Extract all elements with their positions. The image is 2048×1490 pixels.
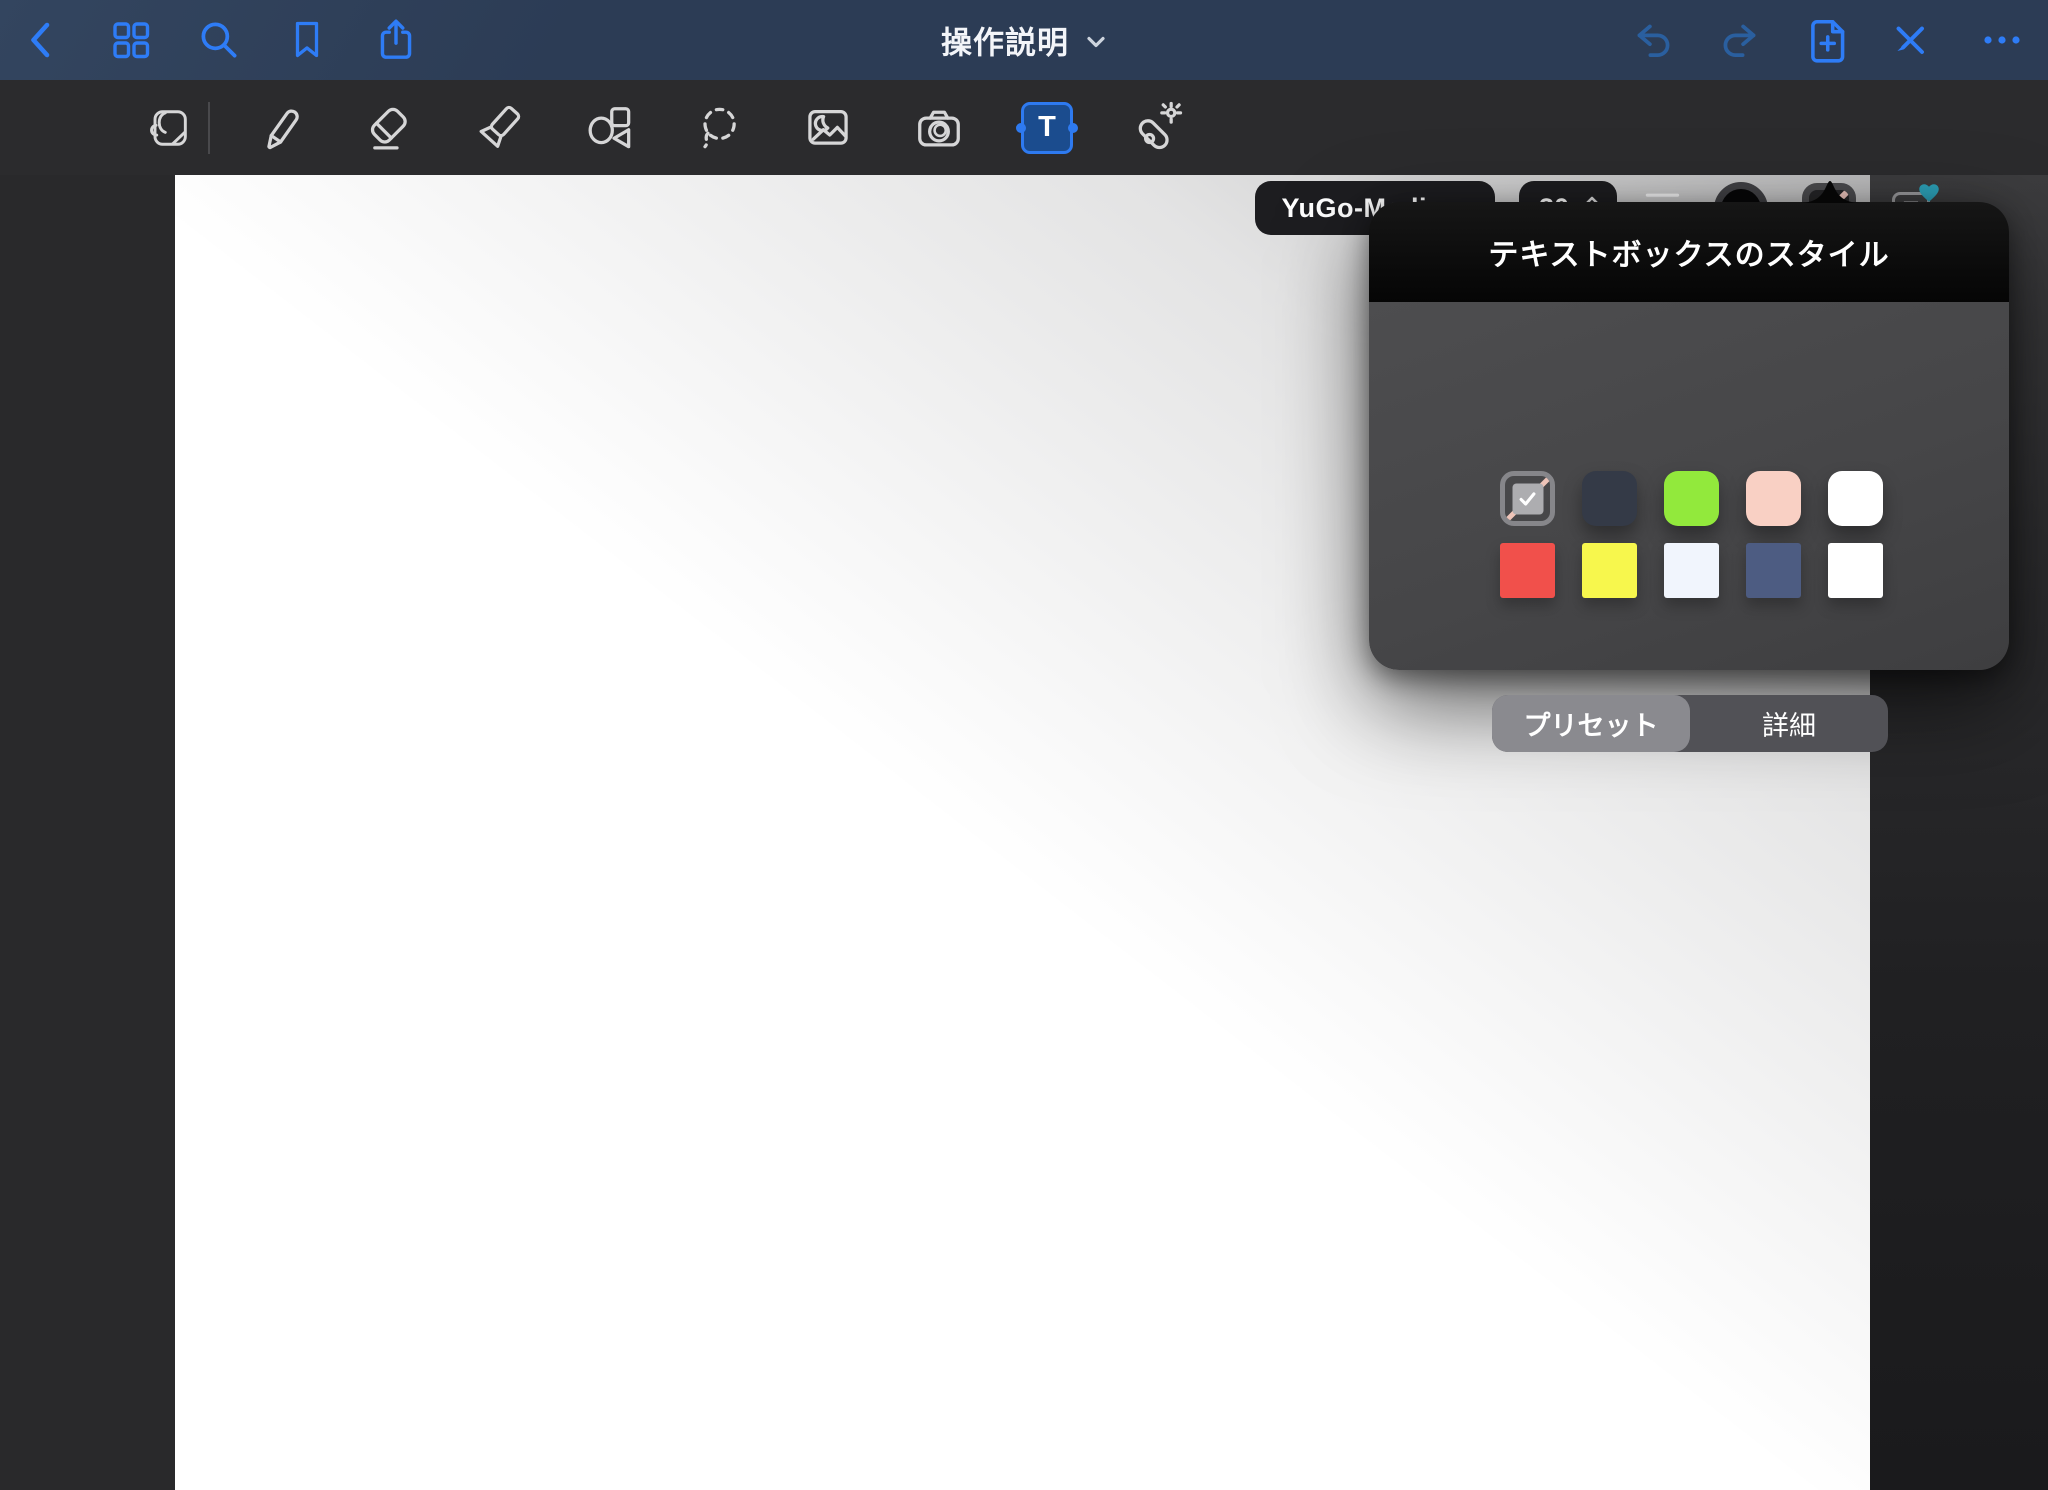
swatch-color[interactable] — [1664, 471, 1719, 526]
share-button[interactable] — [368, 12, 424, 68]
swatch-color[interactable] — [1582, 543, 1637, 598]
stop-editing-button[interactable] — [1882, 12, 1938, 68]
page-thumbnails-icon — [107, 16, 155, 64]
add-page-icon — [1803, 15, 1853, 65]
swatch-color[interactable] — [1664, 543, 1719, 598]
add-page-button[interactable] — [1800, 12, 1856, 68]
pen-tool-button[interactable] — [251, 99, 309, 157]
camera-tool-button[interactable] — [910, 99, 968, 157]
undo-button[interactable] — [1625, 12, 1681, 68]
style-swatch-row-2 — [1500, 543, 1883, 598]
swatch-none-selected[interactable] — [1500, 471, 1555, 526]
camera-icon — [911, 100, 967, 156]
popover-title: テキストボックスのスタイル — [1488, 230, 1889, 274]
text-tool-selected-box: T — [1021, 102, 1073, 154]
more-icon — [1978, 16, 2026, 64]
bookmark-button[interactable] — [279, 12, 335, 68]
swatch-color[interactable] — [1746, 471, 1801, 526]
top-nav-bar: 操作説明 — [0, 0, 2048, 80]
laser-pointer-icon — [1128, 100, 1184, 156]
search-icon — [194, 15, 244, 65]
page-thumbnails-button[interactable] — [103, 12, 159, 68]
text-tool-button[interactable]: T — [1018, 99, 1076, 157]
popover-arrow — [1798, 175, 1862, 203]
canvas-background-left — [0, 175, 175, 1490]
style-swatch-row-1 — [1500, 471, 1883, 526]
laser-pointer-tool-button[interactable] — [1127, 99, 1185, 157]
eraser-icon — [362, 100, 418, 156]
popover-body: プリセット 詳細 — [1369, 302, 2009, 670]
redo-icon — [1715, 15, 1765, 65]
checkmark-icon — [1512, 483, 1543, 514]
lasso-icon — [691, 100, 747, 156]
heart-icon — [1916, 180, 1942, 204]
swatch-color[interactable] — [1828, 471, 1883, 526]
document-title-label: 操作説明 — [941, 18, 1069, 63]
segment-preset[interactable]: プリセット — [1492, 695, 1690, 752]
back-button[interactable] — [14, 12, 70, 68]
popover-header: テキストボックスのスタイル — [1369, 202, 2009, 302]
undo-icon — [1628, 15, 1678, 65]
text-tool-label: T — [1038, 111, 1056, 144]
preset-detail-segmented-control: プリセット 詳細 — [1492, 695, 1888, 752]
document-title[interactable]: 操作説明 — [941, 18, 1107, 63]
stop-editing-icon — [1885, 15, 1935, 65]
image-tool-button[interactable] — [799, 99, 857, 157]
segment-detail[interactable]: 詳細 — [1690, 695, 1888, 752]
segment-detail-label: 詳細 — [1762, 704, 1816, 743]
image-icon — [800, 100, 856, 156]
chevron-down-icon — [1085, 35, 1107, 51]
search-button[interactable] — [191, 12, 247, 68]
tool-bar: T YuGo-Medium 30 — [0, 80, 2048, 175]
shapes-icon — [582, 100, 638, 156]
selection-handle-right — [1068, 123, 1078, 133]
swatch-color[interactable] — [1828, 543, 1883, 598]
redo-button[interactable] — [1712, 12, 1768, 68]
shapes-tool-button[interactable] — [581, 99, 639, 157]
swatch-color[interactable] — [1582, 471, 1637, 526]
read-only-mode-button[interactable] — [139, 99, 197, 157]
swatch-color[interactable] — [1500, 543, 1555, 598]
read-only-mode-icon — [142, 102, 194, 154]
highlighter-tool-button[interactable] — [471, 99, 529, 157]
swatch-color[interactable] — [1746, 543, 1801, 598]
textbox-style-popover: テキストボックスのスタイル プリセット 詳細 — [1369, 202, 2009, 670]
highlighter-icon — [472, 100, 528, 156]
back-chevron-icon — [18, 16, 66, 64]
lasso-tool-button[interactable] — [690, 99, 748, 157]
eraser-tool-button[interactable] — [361, 99, 419, 157]
toolbar-divider — [208, 102, 210, 154]
share-icon — [371, 15, 421, 65]
more-button[interactable] — [1974, 12, 2030, 68]
bookmark-icon — [283, 16, 331, 64]
segment-preset-label: プリセット — [1524, 704, 1659, 743]
pen-icon — [252, 100, 308, 156]
selection-handle-left — [1016, 123, 1026, 133]
